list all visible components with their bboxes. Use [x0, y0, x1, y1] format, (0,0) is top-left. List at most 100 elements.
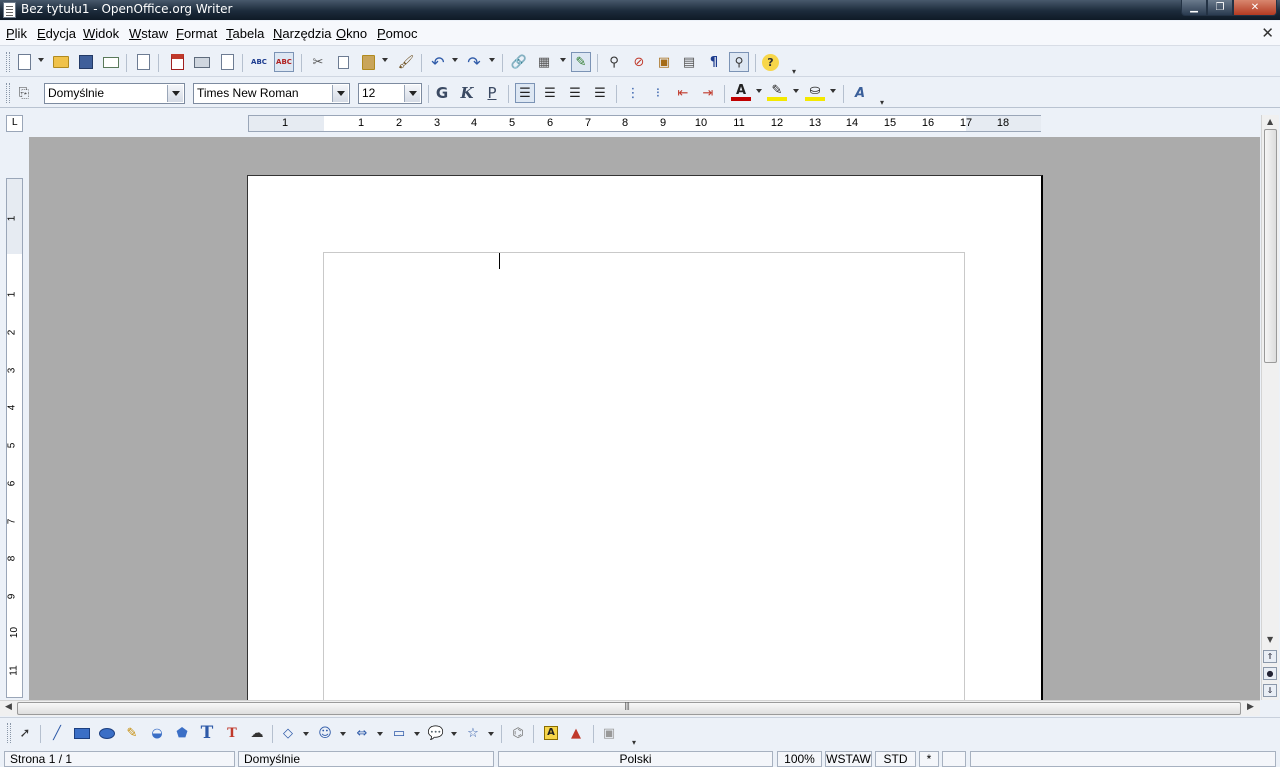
- text-tool-icon[interactable]: T: [197, 723, 217, 743]
- horizontal-ruler[interactable]: 1 1 2 3 4 5 6 7 8 9 10 11 12 13 14 15 16…: [248, 115, 1041, 132]
- redo-icon[interactable]: ↷: [464, 52, 484, 72]
- paragraph-style-combo[interactable]: Domyślnie: [44, 83, 185, 104]
- clone-formatting-icon[interactable]: 🖌: [396, 52, 416, 72]
- symbol-shapes-icon[interactable]: ☺: [315, 723, 335, 743]
- circle-pie-icon[interactable]: ⬟: [172, 723, 192, 743]
- vertical-scroll-thumb[interactable]: [1264, 129, 1277, 363]
- hyperlink-icon[interactable]: 🔗: [509, 52, 529, 72]
- page-number-field[interactable]: Strona 1 / 1: [4, 751, 235, 767]
- font-size-combo[interactable]: 12: [358, 83, 422, 104]
- document-page[interactable]: [247, 175, 1043, 700]
- justify-button[interactable]: ☰: [590, 83, 610, 103]
- ellipse-icon[interactable]: [97, 723, 117, 743]
- from-file-image-icon[interactable]: ▲: [566, 723, 586, 743]
- maximize-button[interactable]: ❐: [1207, 0, 1233, 16]
- highlighting-icon[interactable]: ✎: [767, 83, 787, 101]
- callout-shapes-dropdown-arrow[interactable]: [451, 732, 457, 736]
- menu-pomoc[interactable]: Pomoc: [377, 26, 417, 41]
- font-color-icon[interactable]: A: [731, 83, 751, 101]
- email-icon[interactable]: [101, 52, 121, 72]
- selection-mode-field[interactable]: STD: [875, 751, 916, 767]
- highlighting-dropdown-arrow[interactable]: [793, 89, 799, 93]
- horizontal-scroll-thumb[interactable]: [17, 701, 1241, 715]
- toolbar-grip[interactable]: [7, 723, 11, 743]
- paste-dropdown-arrow[interactable]: [382, 58, 388, 62]
- nonprinting-characters-icon[interactable]: ¶: [704, 52, 724, 72]
- data-sources-icon[interactable]: ▤: [679, 52, 699, 72]
- underline-button[interactable]: P: [482, 83, 502, 103]
- horizontal-scrollbar[interactable]: ◀ ▶: [0, 700, 1260, 716]
- line-icon[interactable]: ╱: [47, 723, 67, 743]
- align-left-button[interactable]: ☰: [515, 83, 535, 103]
- undo-dropdown-arrow[interactable]: [452, 58, 458, 62]
- stars-dropdown-arrow[interactable]: [488, 732, 494, 736]
- navigation-icon[interactable]: ●: [1263, 667, 1277, 680]
- close-window-button[interactable]: ✕: [1233, 0, 1277, 16]
- edit-file-icon[interactable]: [133, 52, 153, 72]
- page-style-field[interactable]: Domyślnie: [238, 751, 494, 767]
- align-right-button[interactable]: ☰: [565, 83, 585, 103]
- show-draw-functions-icon[interactable]: ✎: [571, 52, 591, 72]
- callout-shapes-icon[interactable]: 💬: [426, 723, 446, 743]
- align-center-button[interactable]: ☰: [540, 83, 560, 103]
- zoom-icon[interactable]: ⚲: [729, 52, 749, 72]
- writer-app-icon[interactable]: [3, 2, 16, 18]
- arc-icon[interactable]: ◒: [147, 723, 167, 743]
- toolbar-grip[interactable]: [6, 83, 10, 103]
- font-effects-icon[interactable]: A: [850, 83, 870, 103]
- menu-narzedzia[interactable]: Narzędzia: [273, 26, 332, 41]
- font-name-combo[interactable]: Times New Roman: [193, 83, 350, 104]
- italic-button[interactable]: K: [457, 83, 477, 103]
- toolbar-overflow-icon[interactable]: ▾: [877, 92, 887, 112]
- export-pdf-icon[interactable]: [167, 52, 187, 72]
- chevron-down-icon[interactable]: [404, 85, 420, 102]
- save-icon[interactable]: [76, 52, 96, 72]
- cut-icon[interactable]: ✂: [308, 52, 328, 72]
- gallery-icon[interactable]: ▣: [654, 52, 674, 72]
- font-color-dropdown-arrow[interactable]: [756, 89, 762, 93]
- points-icon[interactable]: ⌬: [508, 723, 528, 743]
- vertical-ruler[interactable]: 1 1 2 3 4 5 6 7 8 9 10 11: [6, 178, 23, 698]
- rectangle-icon[interactable]: [72, 723, 92, 743]
- scroll-up-icon[interactable]: ▲: [1267, 117, 1273, 126]
- print-icon[interactable]: [192, 52, 212, 72]
- tab-stop-selector[interactable]: L: [6, 115, 23, 132]
- menu-plik[interactable]: Plik: [6, 26, 27, 41]
- language-field[interactable]: Polski: [498, 751, 773, 767]
- menu-okno[interactable]: Okno: [336, 26, 367, 41]
- menu-widok[interactable]: Widok: [83, 26, 119, 41]
- scroll-down-icon[interactable]: ▼: [1267, 635, 1273, 644]
- numbering-icon[interactable]: ⋮: [623, 83, 643, 103]
- vertical-text-icon[interactable]: T: [222, 723, 242, 743]
- background-color-icon[interactable]: ⛀: [805, 83, 825, 101]
- symbol-shapes-dropdown-arrow[interactable]: [340, 732, 346, 736]
- scroll-left-icon[interactable]: ◀: [5, 702, 12, 712]
- background-color-dropdown-arrow[interactable]: [830, 89, 836, 93]
- new-document-icon[interactable]: [14, 52, 34, 72]
- callouts-icon[interactable]: ☁: [247, 723, 267, 743]
- spellcheck-icon[interactable]: ABC: [249, 52, 269, 72]
- navigator-icon[interactable]: ⊘: [629, 52, 649, 72]
- basic-shapes-dropdown-arrow[interactable]: [303, 732, 309, 736]
- styles-formatting-icon[interactable]: ⎘: [14, 83, 34, 103]
- menu-edycja[interactable]: Edycja: [37, 26, 76, 41]
- table-dropdown-arrow[interactable]: [560, 58, 566, 62]
- scroll-right-icon[interactable]: ▶: [1247, 702, 1254, 712]
- autospellcheck-icon[interactable]: ABC: [274, 52, 294, 72]
- text-boundaries[interactable]: [323, 252, 965, 700]
- chevron-down-icon[interactable]: [332, 85, 348, 102]
- undo-icon[interactable]: ↶: [428, 52, 448, 72]
- select-arrow-icon[interactable]: ➚: [15, 723, 35, 743]
- menu-wstaw[interactable]: Wstaw: [129, 26, 168, 41]
- extrusion-toggle-icon[interactable]: ▣: [599, 723, 619, 743]
- zoom-field[interactable]: 100%: [777, 751, 822, 767]
- copy-icon[interactable]: [333, 52, 353, 72]
- toolbar-grip[interactable]: [6, 52, 10, 72]
- decrease-indent-icon[interactable]: ⇤: [673, 83, 693, 103]
- bullets-icon[interactable]: ⁝: [648, 83, 668, 103]
- help-icon[interactable]: ?: [762, 54, 779, 71]
- next-page-button[interactable]: ⇓: [1263, 684, 1277, 697]
- open-folder-icon[interactable]: [51, 52, 71, 72]
- increase-indent-icon[interactable]: ⇥: [698, 83, 718, 103]
- menu-format[interactable]: Format: [176, 26, 217, 41]
